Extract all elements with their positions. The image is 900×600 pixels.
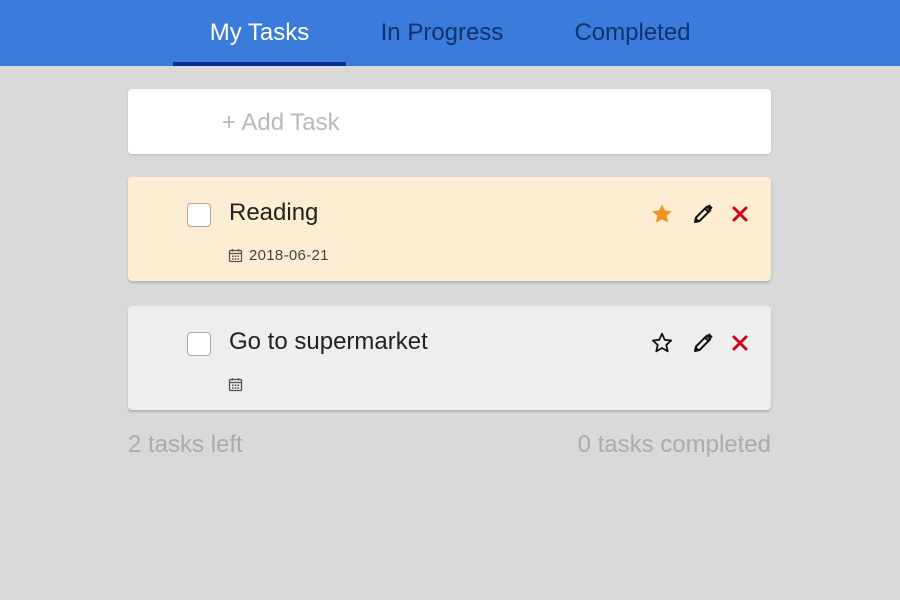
pencil-icon [694, 333, 713, 352]
tasks-left-count: 2 tasks left [128, 431, 243, 458]
calendar-icon [228, 377, 243, 391]
task-checkbox[interactable] [187, 332, 211, 356]
task-date-row [228, 375, 249, 393]
star-button[interactable] [649, 201, 675, 227]
delete-button[interactable] [727, 330, 753, 356]
tab-in-progress[interactable]: In Progress [362, 0, 522, 66]
close-icon [732, 206, 748, 222]
add-task-input[interactable] [220, 89, 744, 156]
calendar-icon [228, 248, 243, 262]
tasks-completed-count: 0 tasks completed [577, 431, 771, 458]
star-button[interactable] [649, 330, 675, 356]
pencil-icon [694, 204, 713, 223]
task-card: Go to supermarket [128, 306, 771, 410]
edit-button[interactable] [690, 201, 716, 227]
task-date-row: 2018-06-21 [228, 246, 329, 264]
task-title: Reading [229, 199, 319, 226]
delete-button[interactable] [727, 201, 753, 227]
task-title: Go to supermarket [229, 328, 428, 355]
add-task-bar [128, 89, 771, 156]
header-tabs: My Tasks In Progress Completed [0, 0, 900, 66]
task-card: Reading 2018-06-21 [128, 177, 771, 281]
close-icon [732, 335, 748, 351]
tab-completed[interactable]: Completed [555, 0, 710, 66]
edit-button[interactable] [690, 330, 716, 356]
star-outline-icon [651, 332, 673, 353]
tab-my-tasks[interactable]: My Tasks [173, 0, 346, 66]
task-date: 2018-06-21 [249, 246, 329, 264]
task-checkbox[interactable] [187, 203, 211, 227]
todo-app: My Tasks In Progress Completed Reading 2… [0, 0, 900, 600]
star-icon [652, 204, 672, 223]
